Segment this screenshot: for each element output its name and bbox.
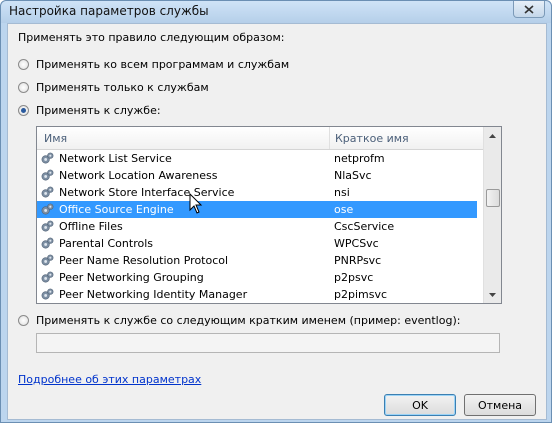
service-short-name: PNRPsvc	[334, 254, 382, 267]
dialog-window: Настройка параметров службы Применять эт…	[0, 0, 552, 423]
ok-button-label: OK	[412, 398, 428, 412]
window-title: Настройка параметров службы	[9, 4, 209, 18]
radio-to-service[interactable]	[18, 105, 29, 116]
intro-text: Применять это правило следующим образом:	[18, 31, 285, 44]
service-short-name: ose	[334, 203, 354, 216]
close-icon	[524, 4, 534, 14]
list-item[interactable]: Network Location Awareness NlaSvc	[37, 167, 477, 184]
radio-short-name[interactable]	[18, 315, 29, 326]
radio-short-name-label[interactable]: Применять к службе со следующим кратким …	[36, 314, 460, 327]
service-list[interactable]: Имя Краткое имя Network List Service netp…	[36, 126, 502, 304]
service-short-name: netprofm	[334, 152, 385, 165]
service-short-name: nsi	[334, 186, 350, 199]
service-name: Peer Networking Grouping	[59, 271, 204, 284]
radio-services-only[interactable]	[18, 82, 29, 93]
service-name: Network List Service	[59, 152, 172, 165]
service-name: Network Location Awareness	[59, 169, 218, 182]
list-item[interactable]: Parental Controls WPCSvc	[37, 235, 477, 252]
radio-selected-dot	[21, 108, 26, 113]
service-name: Peer Name Resolution Protocol	[59, 254, 229, 267]
radio-all[interactable]	[18, 59, 29, 70]
service-name: Office Source Engine	[59, 203, 174, 216]
title-bar[interactable]: Настройка параметров службы	[1, 1, 551, 23]
service-gear-icon	[40, 270, 55, 285]
service-gear-icon	[40, 168, 55, 183]
column-divider[interactable]	[329, 127, 330, 149]
close-button[interactable]	[513, 1, 545, 18]
list-item[interactable]: Offline Files CscService	[37, 218, 477, 235]
service-short-name: WPCSvc	[334, 237, 379, 250]
scroll-thumb[interactable]	[486, 189, 500, 207]
service-gear-icon	[40, 185, 55, 200]
list-item[interactable]: Peer Networking Grouping p2psvc	[37, 269, 477, 286]
scroll-up-button[interactable]	[484, 127, 501, 144]
list-item[interactable]: Network List Service netprofm	[37, 150, 477, 167]
service-short-name: p2pimsvc	[334, 288, 388, 301]
vertical-scrollbar[interactable]	[483, 127, 501, 303]
column-header-name[interactable]: Имя	[44, 132, 67, 145]
scroll-down-button[interactable]	[484, 286, 501, 303]
cancel-button[interactable]: Отмена	[464, 394, 536, 416]
mouse-cursor-icon	[189, 193, 203, 214]
service-name: Offline Files	[59, 220, 123, 233]
service-name: Parental Controls	[59, 237, 153, 250]
list-item[interactable]: Peer Name Resolution Protocol PNRPsvc	[37, 252, 477, 269]
service-short-name: CscService	[334, 220, 395, 233]
radio-to-service-label[interactable]: Применять к службе:	[36, 104, 161, 117]
short-name-input[interactable]	[36, 333, 500, 353]
radio-services-only-label[interactable]: Применять только к службам	[36, 81, 209, 94]
service-short-name: NlaSvc	[334, 169, 372, 182]
service-gear-icon	[40, 151, 55, 166]
list-item[interactable]: Office Source Engine ose	[37, 201, 477, 218]
service-gear-icon	[40, 202, 55, 217]
ok-button[interactable]: OK	[384, 394, 456, 416]
dialog-body: Применять это правило следующим образом:…	[7, 23, 547, 420]
more-info-link[interactable]: Подробнее об этих параметрах	[18, 373, 201, 386]
service-gear-icon	[40, 236, 55, 251]
service-short-name: p2psvc	[334, 271, 374, 284]
list-item[interactable]: Network Store Interface Service nsi	[37, 184, 477, 201]
list-item[interactable]: Peer Networking Identity Manager p2pimsvc	[37, 286, 477, 303]
service-gear-icon	[40, 219, 55, 234]
arrow-down-icon	[489, 292, 496, 297]
list-header: Имя Краткое имя	[37, 127, 484, 150]
radio-all-label[interactable]: Применять ко всем программам и службам	[36, 58, 289, 71]
arrow-up-icon	[489, 133, 496, 138]
service-name: Peer Networking Identity Manager	[59, 288, 248, 301]
service-name: Network Store Interface Service	[59, 186, 235, 199]
service-gear-icon	[40, 253, 55, 268]
service-gear-icon	[40, 287, 55, 302]
cancel-button-label: Отмена	[477, 398, 523, 412]
column-header-short[interactable]: Краткое имя	[335, 132, 409, 145]
